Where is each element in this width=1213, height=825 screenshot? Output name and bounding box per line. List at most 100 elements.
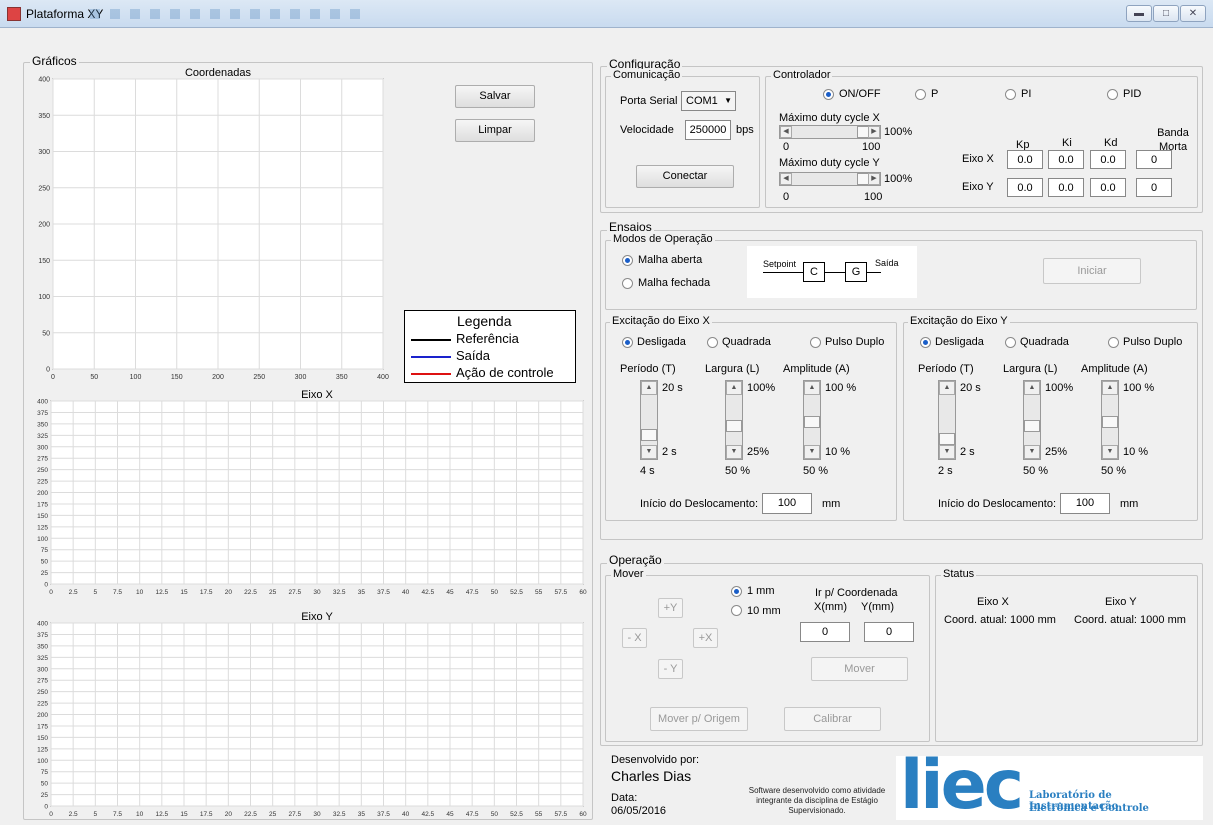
x-tick-label: 60 xyxy=(579,589,587,596)
slider-up-arrow-icon[interactable]: ▲ xyxy=(939,381,955,395)
y-tick-label: 175 xyxy=(37,501,48,508)
move-button[interactable]: Mover xyxy=(811,657,908,681)
controller-mode-label: ON/OFF xyxy=(839,88,881,100)
duty-y-slider[interactable]: ◀ ▶ xyxy=(779,172,881,186)
excitation-type-radio[interactable] xyxy=(1005,337,1016,348)
slider-down-arrow-icon[interactable]: ▼ xyxy=(939,445,955,459)
slider-up-arrow-icon[interactable]: ▲ xyxy=(641,381,657,395)
slider-down-arrow-icon[interactable]: ▼ xyxy=(641,445,657,459)
start-offset-input[interactable]: 100 xyxy=(1060,493,1110,514)
y-tick-label: 325 xyxy=(37,655,48,662)
slider-thumb[interactable] xyxy=(641,429,657,442)
slider-left-arrow-icon[interactable]: ◀ xyxy=(780,126,792,138)
y-tick-label: 250 xyxy=(38,185,50,192)
slider-thumb[interactable] xyxy=(1102,416,1118,429)
y-tick-label: 200 xyxy=(38,222,50,229)
slider-down-arrow-icon[interactable]: ▼ xyxy=(1102,445,1118,459)
goto-x-input[interactable]: 0 xyxy=(800,622,850,642)
gain-input[interactable]: 0.0 xyxy=(1007,178,1043,197)
param-vertical-slider[interactable]: ▲ ▼ xyxy=(1023,380,1041,460)
gain-input[interactable]: 0.0 xyxy=(1090,178,1126,197)
chart-title: Coordenadas xyxy=(185,67,252,79)
x-tick-label: 32.5 xyxy=(333,589,346,596)
slider-thumb[interactable] xyxy=(939,433,955,445)
slider-down-arrow-icon[interactable]: ▼ xyxy=(1024,445,1040,459)
goto-y-input[interactable]: 0 xyxy=(864,622,914,642)
y-tick-label: 200 xyxy=(37,490,48,497)
logo-text: liec xyxy=(900,746,1024,825)
close-icon[interactable]: ✕ xyxy=(1180,5,1206,22)
y-tick-label: 375 xyxy=(37,632,48,639)
y-tick-label: 300 xyxy=(37,666,48,673)
controller-mode-radio[interactable] xyxy=(915,89,926,100)
title-bar: Plataforma XY ▬ □ ✕ xyxy=(0,0,1213,28)
slider-right-arrow-icon[interactable]: ▶ xyxy=(868,173,880,185)
x-tick-label: 5 xyxy=(94,589,98,596)
y-tick-label: 125 xyxy=(37,524,48,531)
gain-input[interactable]: 0.0 xyxy=(1048,150,1084,169)
slider-up-arrow-icon[interactable]: ▲ xyxy=(726,381,742,395)
slider-up-arrow-icon[interactable]: ▲ xyxy=(1024,381,1040,395)
controller-mode-radio[interactable] xyxy=(823,89,834,100)
x-tick-label: 57.5 xyxy=(555,811,568,818)
param-max-label: 100 % xyxy=(825,382,857,394)
gain-input[interactable]: 0 xyxy=(1136,178,1172,197)
slider-right-arrow-icon[interactable]: ▶ xyxy=(868,126,880,138)
serial-port-select[interactable]: COM1 ▼ xyxy=(681,91,736,111)
excitation-type-radio[interactable] xyxy=(622,337,633,348)
open-loop-radio[interactable] xyxy=(622,255,633,266)
calibrate-button[interactable]: Calibrar xyxy=(784,707,881,731)
closed-loop-radio[interactable] xyxy=(622,278,633,289)
y-tick-label: 25 xyxy=(41,792,49,799)
excitation-type-radio[interactable] xyxy=(707,337,718,348)
slider-thumb[interactable] xyxy=(726,420,742,433)
connect-button[interactable]: Conectar xyxy=(636,165,734,188)
step-1mm-radio[interactable] xyxy=(731,586,742,597)
param-vertical-slider[interactable]: ▲ ▼ xyxy=(1101,380,1119,460)
diagram-setpoint: Setpoint xyxy=(763,259,797,269)
duty-x-slider[interactable]: ◀ ▶ xyxy=(779,125,881,139)
y-tick-label: 0 xyxy=(44,804,48,811)
slider-thumb[interactable] xyxy=(804,416,820,429)
slider-left-arrow-icon[interactable]: ◀ xyxy=(780,173,792,185)
legend-label-ref: Referência xyxy=(456,331,519,346)
gain-input[interactable]: 0 xyxy=(1136,150,1172,169)
param-vertical-slider[interactable]: ▲ ▼ xyxy=(640,380,658,460)
slider-down-arrow-icon[interactable]: ▼ xyxy=(804,445,820,459)
start-offset-input[interactable]: 100 xyxy=(762,493,812,514)
x-tick-label: 10 xyxy=(136,589,144,596)
param-vertical-slider[interactable]: ▲ ▼ xyxy=(938,380,956,460)
move-left-button[interactable]: - X xyxy=(622,628,647,648)
x-tick-label: 50 xyxy=(491,589,499,596)
param-value: 50 % xyxy=(725,465,751,477)
move-up-button[interactable]: +Y xyxy=(658,598,683,618)
y-tick-label: 150 xyxy=(38,258,50,265)
excitation-type-radio[interactable] xyxy=(810,337,821,348)
slider-down-arrow-icon[interactable]: ▼ xyxy=(726,445,742,459)
start-button[interactable]: Iniciar xyxy=(1043,258,1141,284)
step-1mm-label: 1 mm xyxy=(747,585,775,597)
excitation-type-radio[interactable] xyxy=(1108,337,1119,348)
move-to-origin-button[interactable]: Mover p/ Origem xyxy=(650,707,748,731)
move-down-button[interactable]: - Y xyxy=(658,659,683,679)
legend-line-ref xyxy=(411,339,451,341)
gain-input[interactable]: 0.0 xyxy=(1007,150,1043,169)
clear-button[interactable]: Limpar xyxy=(455,119,535,142)
param-vertical-slider[interactable]: ▲ ▼ xyxy=(725,380,743,460)
excitation-type-radio[interactable] xyxy=(920,337,931,348)
excitation-type-label: Desligada xyxy=(935,336,984,348)
param-vertical-slider[interactable]: ▲ ▼ xyxy=(803,380,821,460)
gain-input[interactable]: 0.0 xyxy=(1048,178,1084,197)
step-10mm-radio[interactable] xyxy=(731,605,742,616)
move-right-button[interactable]: +X xyxy=(693,628,718,648)
controller-mode-radio[interactable] xyxy=(1005,89,1016,100)
slider-thumb[interactable] xyxy=(1024,420,1040,433)
maximize-icon[interactable]: □ xyxy=(1153,5,1179,22)
save-button[interactable]: Salvar xyxy=(455,85,535,108)
gain-input[interactable]: 0.0 xyxy=(1090,150,1126,169)
slider-up-arrow-icon[interactable]: ▲ xyxy=(1102,381,1118,395)
controller-mode-radio[interactable] xyxy=(1107,89,1118,100)
slider-up-arrow-icon[interactable]: ▲ xyxy=(804,381,820,395)
minimize-icon[interactable]: ▬ xyxy=(1126,5,1152,22)
speed-input[interactable]: 250000 xyxy=(685,120,731,140)
